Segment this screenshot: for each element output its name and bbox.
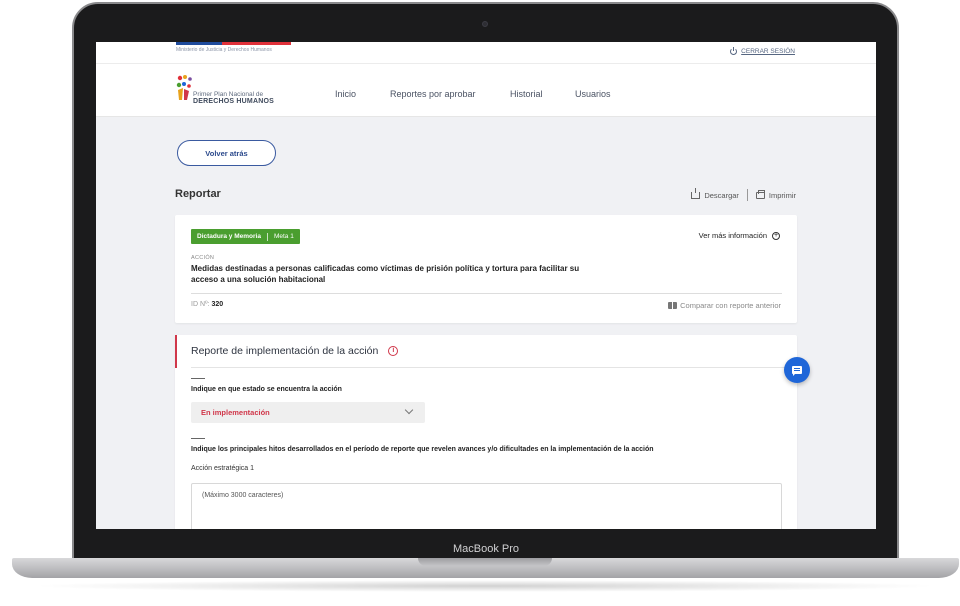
download-icon (691, 187, 701, 199)
status-select[interactable]: En implementación (191, 402, 425, 423)
question-dash (191, 438, 205, 439)
logo-mark-icon (176, 75, 192, 100)
status-value: En implementación (201, 408, 270, 417)
compare-label: Comparar con reporte anterior (680, 301, 781, 310)
back-button[interactable]: Volver atrás (177, 140, 276, 166)
tag-category: Dictadura y Memoria (197, 233, 261, 240)
nav-historial[interactable]: Historial (510, 89, 543, 99)
laptop-frame: Ministerio de Justicia y Derechos Humano… (0, 0, 960, 606)
report-card: Reporte de implementación de la acción i… (175, 335, 797, 529)
laptop-notch (418, 558, 552, 566)
chat-icon (792, 366, 802, 376)
action-card: Dictadura y Memoria Meta 1 Ver más infor… (175, 215, 797, 323)
nav-reportes-por-aprobar[interactable]: Reportes por aprobar (390, 89, 476, 99)
top-strip: Ministerio de Justicia y Derechos Humano… (96, 42, 876, 64)
logout-label: CERRAR SESIÓN (741, 48, 795, 55)
chat-button[interactable] (784, 357, 810, 383)
more-info-label: Ver más información (698, 231, 767, 240)
nav-inicio[interactable]: Inicio (335, 89, 356, 99)
section-accent (175, 335, 177, 368)
print-icon (755, 189, 765, 199)
category-tag: Dictadura y Memoria Meta 1 (191, 229, 300, 244)
info-icon[interactable]: i (388, 346, 399, 356)
id-line: ID Nº: 320 (191, 301, 223, 308)
device-label: MacBook Pro (452, 543, 520, 555)
download-label: Descargar (704, 190, 739, 200)
navbar: Primer Plan Nacional de DERECHOS HUMANOS… (96, 64, 876, 117)
compare-icon (668, 302, 678, 309)
site-logo[interactable]: Primer Plan Nacional de DERECHOS HUMANOS (176, 74, 286, 108)
power-icon (730, 47, 738, 55)
tag-goal: Meta 1 (273, 233, 294, 240)
divider (191, 367, 797, 368)
id-value: 320 (211, 301, 224, 308)
nav-usuarios[interactable]: Usuarios (575, 89, 611, 99)
accion-text: Medidas destinadas a personas calificada… (191, 264, 580, 284)
laptop-shadow (30, 580, 940, 592)
strategic-action-label: Acción estratégica 1 (191, 465, 255, 472)
compare-link[interactable]: Comparar con reporte anterior (668, 301, 781, 310)
question-dash (191, 378, 205, 379)
more-info-link[interactable]: Ver más información + (699, 231, 780, 240)
logout-link[interactable]: CERRAR SESIÓN (730, 47, 795, 55)
tag-divider (266, 232, 268, 241)
flag-stripe (176, 42, 291, 45)
ministry-label: Ministerio de Justicia y Derechos Humano… (176, 47, 272, 53)
screen: Ministerio de Justicia y Derechos Humano… (96, 42, 876, 529)
chevron-down-icon (404, 405, 414, 415)
status-question: Indique en que estado se encuentra la ac… (191, 386, 342, 393)
print-button[interactable]: Imprimir (755, 189, 796, 200)
report-title-text: Reporte de implementación de la acción (191, 345, 379, 357)
divider (746, 189, 748, 201)
divider (191, 293, 782, 294)
camera-icon (482, 21, 488, 27)
plus-circle-icon: + (772, 231, 780, 240)
download-button[interactable]: Descargar (691, 187, 739, 200)
milestones-textarea[interactable]: (Máximo 3000 caracteres) (191, 483, 782, 529)
logo-line1: Primer Plan Nacional de (193, 91, 264, 98)
page-title: Reportar (175, 188, 221, 200)
textarea-placeholder: (Máximo 3000 caracteres) (202, 492, 284, 499)
accion-label: ACCIÓN (191, 255, 215, 261)
report-title: Reporte de implementación de la acción i (191, 345, 399, 357)
print-label: Imprimir (768, 190, 796, 200)
milestones-question: Indique los principales hitos desarrolla… (191, 446, 654, 453)
id-label: ID Nº: (191, 301, 210, 308)
page-actions: Descargar Imprimir (691, 187, 796, 201)
logo-line2: DERECHOS HUMANOS (193, 98, 274, 105)
